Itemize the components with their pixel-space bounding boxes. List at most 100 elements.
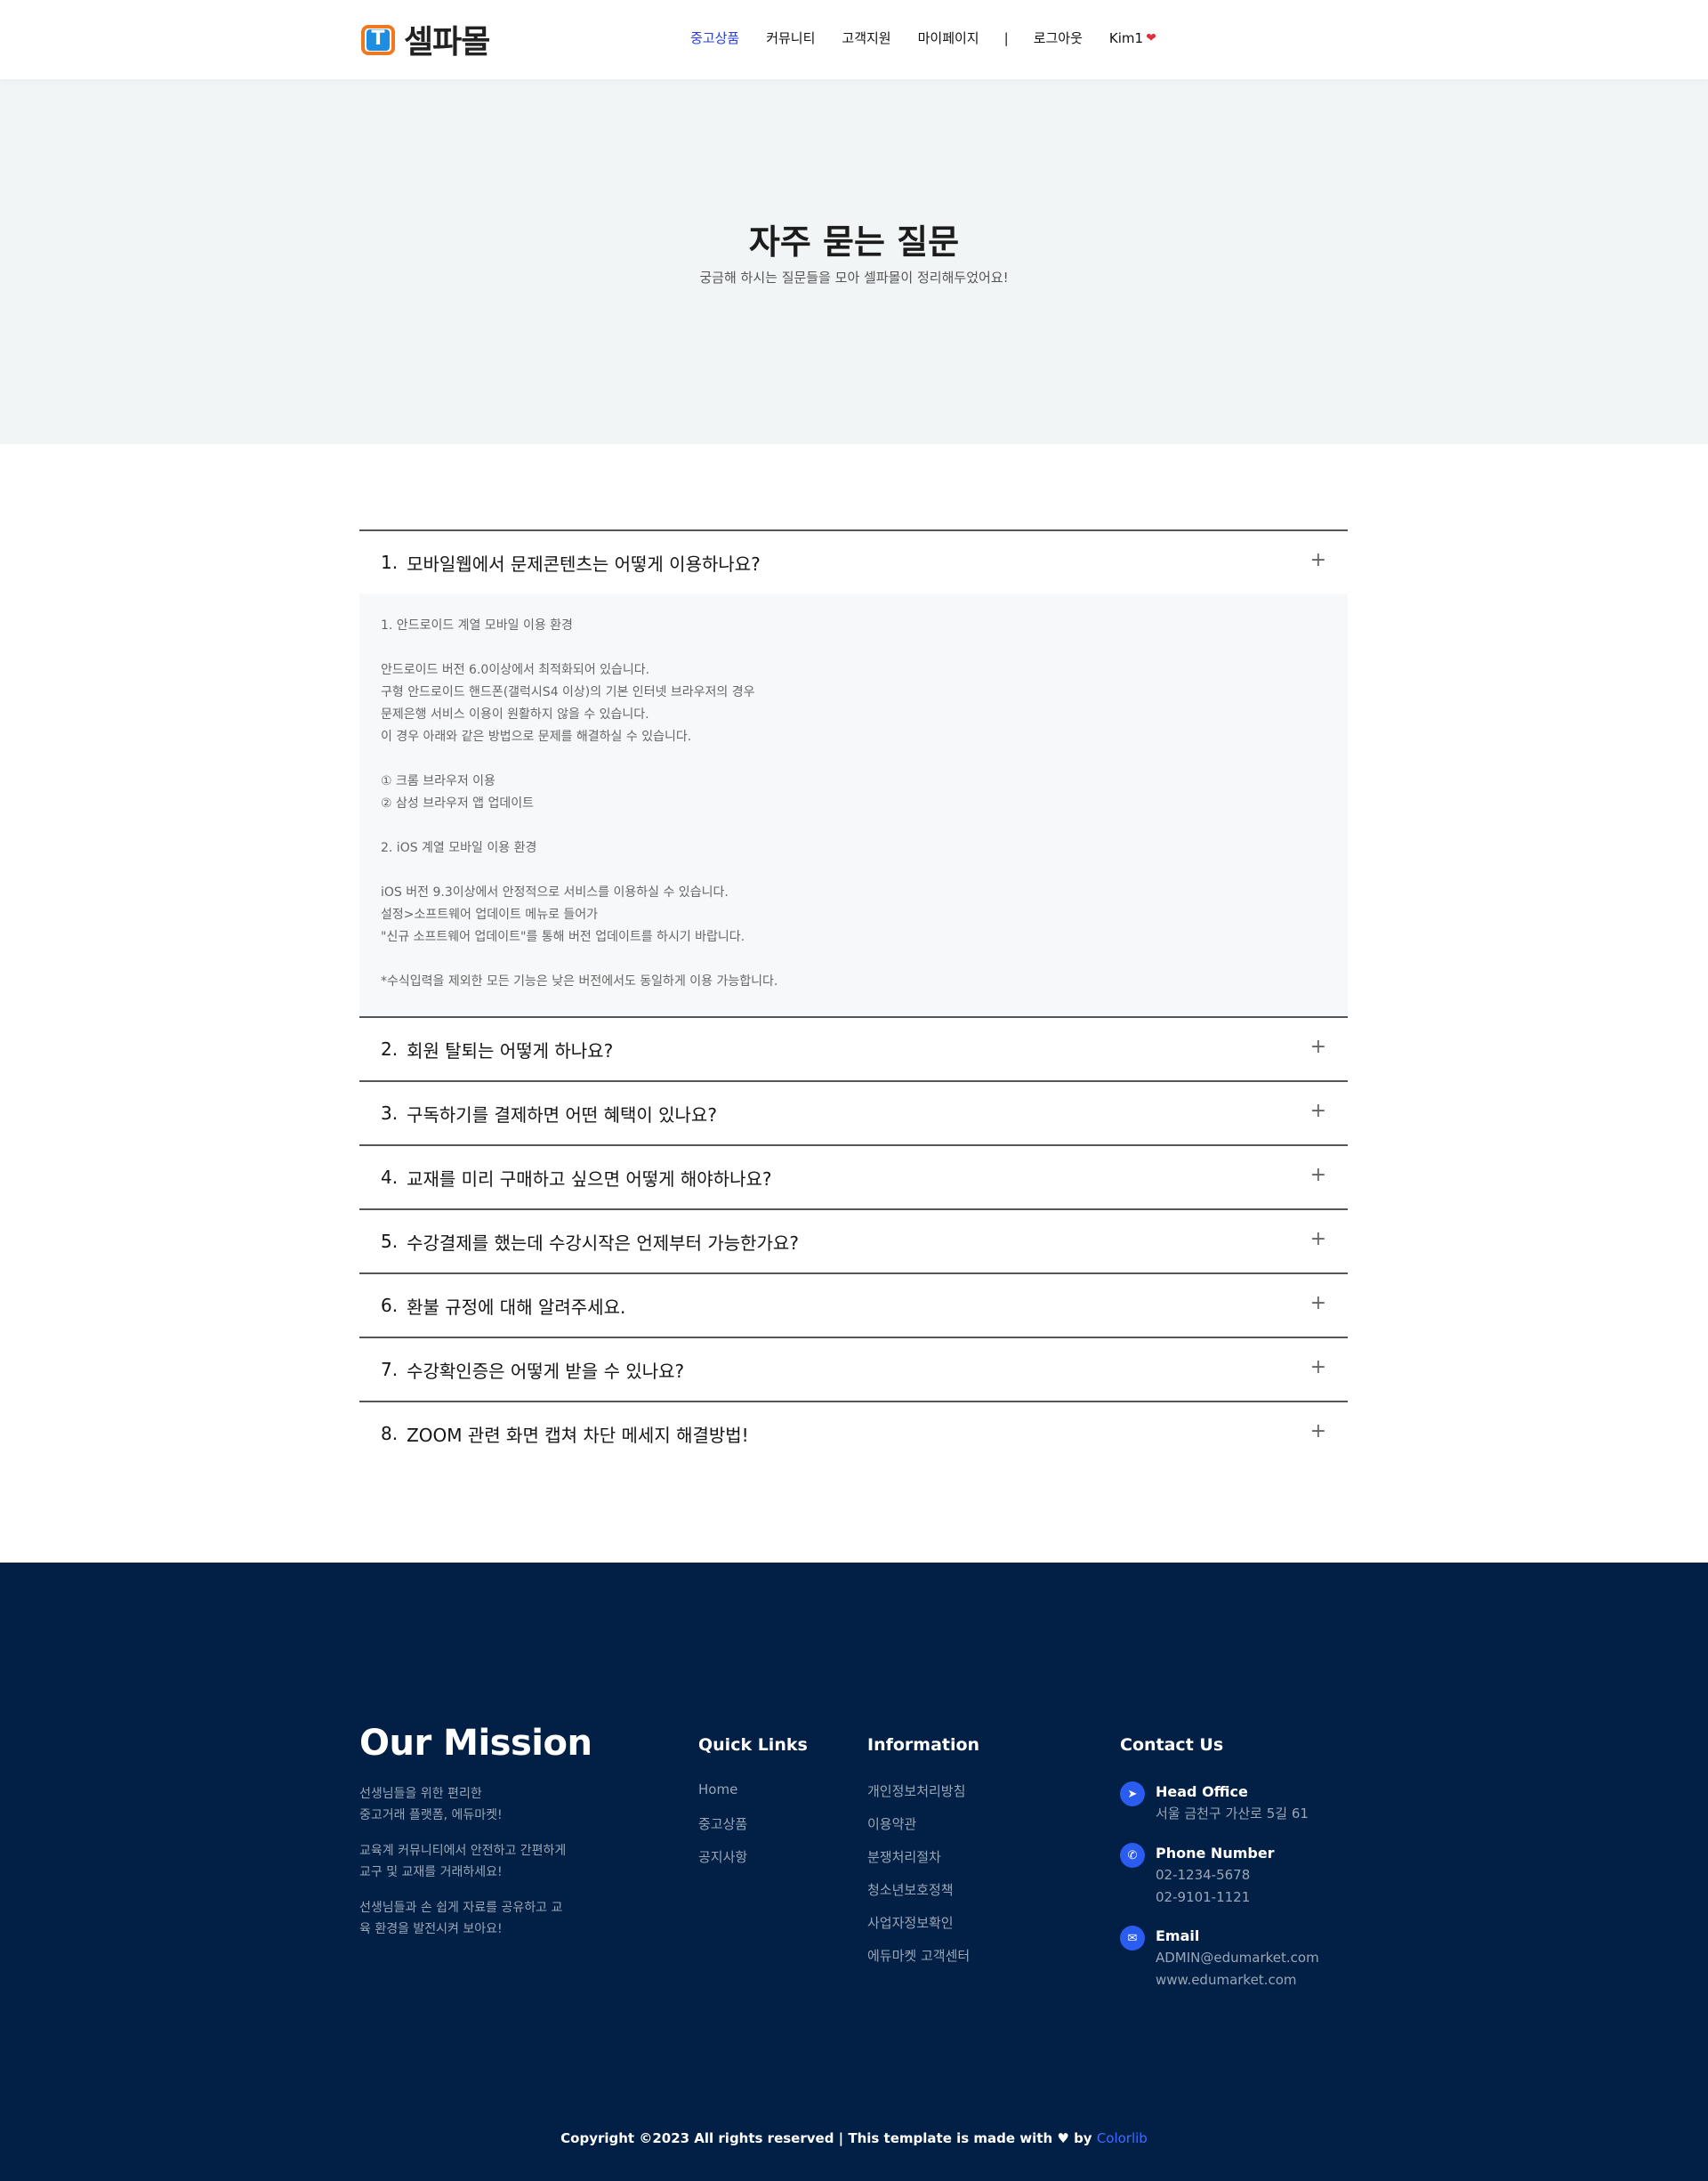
- faq-number: 7.: [381, 1359, 399, 1380]
- nav-item-mypage[interactable]: 마이페이지: [918, 28, 979, 47]
- nav-item-used-goods[interactable]: 중고상품: [690, 28, 739, 47]
- faq-number: 6.: [381, 1295, 399, 1316]
- faq-question: 교재를 미리 구매하고 싶으면 어떻게 해야하나요?: [407, 1167, 772, 1190]
- faq-number: 8.: [381, 1423, 399, 1444]
- faq-item: 6. 환불 규정에 대해 알려주세요. +: [359, 1272, 1348, 1337]
- footer-link-dispute[interactable]: 분쟁처리절차: [867, 1847, 970, 1880]
- phone-number: 02-1234-5678: [1156, 1867, 1251, 1883]
- plus-icon[interactable]: +: [1310, 1100, 1326, 1122]
- faq-item: 5. 수강결제를 했는데 수강시작은 언제부터 가능한가요? +: [359, 1208, 1348, 1272]
- faq-question-toggle[interactable]: 8. ZOOM 관련 화면 캡쳐 차단 메세지 해결방법! +: [359, 1402, 1348, 1465]
- phone-icon: ✆: [1120, 1843, 1145, 1868]
- mission-line: 선생님들과 손 쉽게 자료를 공유하고 교: [359, 1901, 563, 1915]
- heart-icon: ♥: [1057, 2130, 1069, 2146]
- nav-item-support[interactable]: 고객지원: [842, 28, 890, 47]
- hero-banner: 자주 묻는 질문 궁금해 하시는 질문들을 모아 셀파몰이 정리해두었어요!: [0, 79, 1708, 444]
- faq-answer: 1. 안드로이드 계열 모바일 이용 환경 안드로이드 버전 6.0이상에서 최…: [359, 594, 1348, 1016]
- mission-paragraph: 교육계 커뮤니티에서 안전하고 간편하게 교구 및 교재를 거래하세요!: [359, 1840, 591, 1883]
- information-links: 개인정보처리방침 이용약관 분쟁처리절차 청소년보호정책 사업자정보확인 에듀마…: [867, 1781, 970, 1979]
- plus-icon[interactable]: +: [1310, 1036, 1326, 1058]
- faq-question-toggle[interactable]: 3. 구독하기를 결제하면 어떤 혜택이 있나요? +: [359, 1082, 1348, 1144]
- envelope-icon: ✉: [1120, 1926, 1145, 1951]
- answer-line: 2. iOS 계열 모바일 이용 환경: [381, 841, 537, 855]
- footer-link-customer-center[interactable]: 에듀마켓 고객센터: [867, 1946, 970, 1979]
- footer-link-used-goods[interactable]: 중고상품: [698, 1814, 747, 1847]
- faq-item: 4. 교재를 미리 구매하고 싶으면 어떻게 해야하나요? +: [359, 1144, 1348, 1208]
- footer-link-business-info[interactable]: 사업자정보확인: [867, 1913, 970, 1946]
- plus-icon[interactable]: +: [1310, 1164, 1326, 1186]
- faq-item: 2. 회원 탈퇴는 어떻게 하나요? +: [359, 1016, 1348, 1080]
- plus-icon[interactable]: +: [1310, 1228, 1326, 1250]
- answer-line: *수식입력을 제외한 모든 기능은 낮은 버전에서도 동일하게 이용 가능합니다…: [381, 974, 778, 989]
- faq-question-toggle[interactable]: 1. 모바일웹에서 문제콘텐츠는 어떻게 이용하나요? +: [359, 531, 1348, 594]
- faq-question-toggle[interactable]: 6. 환불 규정에 대해 알려주세요. +: [359, 1274, 1348, 1337]
- page-title: 자주 묻는 질문: [748, 222, 960, 262]
- nav-separator: |: [1003, 29, 1009, 46]
- email-address[interactable]: ADMIN@edumarket.com: [1156, 1947, 1319, 1969]
- location-arrow-icon: ➤: [1120, 1781, 1145, 1806]
- answer-line: ② 삼성 브라우저 앱 업데이트: [381, 796, 535, 811]
- answer-line: iOS 버전 9.3이상에서 안정적으로 서비스를 이용하실 수 있습니다.: [381, 885, 729, 900]
- footer-link-privacy[interactable]: 개인정보처리방침: [867, 1781, 970, 1814]
- plus-icon[interactable]: +: [1310, 1292, 1326, 1314]
- answer-line: [381, 860, 1326, 882]
- answer-line: [381, 748, 1326, 771]
- plus-icon[interactable]: +: [1310, 1420, 1326, 1442]
- footer-link-terms[interactable]: 이용약관: [867, 1814, 970, 1847]
- nav-user[interactable]: Kim1: [1109, 30, 1143, 46]
- copyright: Copyright ©2023 All rights reserved | Th…: [0, 2130, 1708, 2146]
- logo-icon: T: [359, 21, 399, 57]
- faq-number: 5.: [381, 1231, 399, 1252]
- faq-question: 회원 탈퇴는 어떻게 하나요?: [407, 1039, 614, 1062]
- information-title: Information: [867, 1735, 980, 1755]
- office-label: Head Office: [1156, 1783, 1248, 1800]
- answer-line: ① 크롬 브라우저 이용: [381, 774, 495, 788]
- faq-item: 7. 수강확인증은 어떻게 받을 수 있나요? +: [359, 1337, 1348, 1401]
- mission-line: 교육계 커뮤니티에서 안전하고 간편하게: [359, 1844, 567, 1858]
- main-nav: 중고상품 커뮤니티 고객지원 마이페이지 | 로그아웃 Kim1 ❤: [690, 28, 1156, 47]
- footer-link-notice[interactable]: 공지사항: [698, 1847, 747, 1880]
- nav-item-logout[interactable]: 로그아웃: [1034, 28, 1083, 47]
- footer-link-home[interactable]: Home: [698, 1781, 747, 1814]
- site-header: T 셀파몰 중고상품 커뮤니티 고객지원 마이페이지 | 로그아웃 Kim1 ❤: [0, 0, 1708, 79]
- answer-line: 1. 안드로이드 계열 모바일 이용 환경: [381, 618, 573, 633]
- colorlib-link[interactable]: Colorlib: [1097, 2130, 1148, 2146]
- contact-email: ✉ Email ADMIN@edumarket.com www.edumarke…: [1120, 1926, 1319, 1991]
- answer-line: 이 경우 아래와 같은 방법으로 문제를 해결하실 수 있습니다.: [381, 730, 692, 744]
- site-footer: Our Mission 선생님들을 위한 편리한 중고거래 플랫폼, 에듀마켓!…: [0, 1563, 1708, 2181]
- faq-question-toggle[interactable]: 4. 교재를 미리 구매하고 싶으면 어떻게 해야하나요? +: [359, 1146, 1348, 1208]
- faq-number: 4.: [381, 1167, 399, 1188]
- plus-icon[interactable]: +: [1310, 1356, 1326, 1378]
- nav-item-community[interactable]: 커뮤니티: [766, 28, 815, 47]
- answer-line: 구형 안드로이드 핸드폰(갤럭시S4 이상)의 기본 인터넷 브라우저의 경우: [381, 685, 755, 699]
- faq-list: 1. 모바일웹에서 문제콘텐츠는 어떻게 이용하나요? + 1. 안드로이드 계…: [359, 529, 1348, 1465]
- mission-paragraph: 선생님들과 손 쉽게 자료를 공유하고 교 육 환경을 발전시켜 보아요!: [359, 1897, 591, 1940]
- faq-question: 모바일웹에서 문제콘텐츠는 어떻게 이용하나요?: [407, 553, 761, 575]
- faq-question: 환불 규정에 대해 알려주세요.: [407, 1296, 626, 1318]
- office-address: 서울 금천구 가산로 5길 61: [1156, 1805, 1309, 1822]
- email-label: Email: [1156, 1927, 1200, 1944]
- mission-title: Our Mission: [359, 1723, 592, 1764]
- faq-question-toggle[interactable]: 7. 수강확인증은 어떻게 받을 수 있나요? +: [359, 1338, 1348, 1401]
- contact-office: ➤ Head Office 서울 금천구 가산로 5길 61: [1120, 1781, 1309, 1825]
- logo-text: 셀파몰: [404, 24, 490, 61]
- faq-question: 수강결제를 했는데 수강시작은 언제부터 가능한가요?: [407, 1232, 799, 1254]
- logo[interactable]: T 셀파몰: [359, 20, 490, 61]
- copyright-by: by: [1074, 2130, 1092, 2146]
- footer-link-youth-policy[interactable]: 청소년보호정책: [867, 1880, 970, 1913]
- answer-line: 안드로이드 버전 6.0이상에서 최적화되어 있습니다.: [381, 663, 650, 677]
- faq-item: 8. ZOOM 관련 화면 캡쳐 차단 메세지 해결방법! +: [359, 1401, 1348, 1465]
- mission-paragraph: 선생님들을 위한 편리한 중고거래 플랫폼, 에듀마켓!: [359, 1783, 591, 1826]
- answer-line: [381, 815, 1326, 837]
- faq-question-toggle[interactable]: 2. 회원 탈퇴는 어떻게 하나요? +: [359, 1018, 1348, 1080]
- plus-icon[interactable]: +: [1310, 549, 1326, 571]
- faq-question-toggle[interactable]: 5. 수강결제를 했는데 수강시작은 언제부터 가능한가요? +: [359, 1210, 1348, 1272]
- contact-title: Contact Us: [1120, 1735, 1224, 1755]
- phone-label: Phone Number: [1156, 1845, 1275, 1862]
- faq-item: 3. 구독하기를 결제하면 어떤 혜택이 있나요? +: [359, 1080, 1348, 1144]
- website-url[interactable]: www.edumarket.com: [1156, 1969, 1319, 1991]
- answer-line: "신규 소프트웨어 업데이트"를 통해 버전 업데이트를 하시기 바랍니다.: [381, 930, 745, 944]
- faq-number: 2.: [381, 1038, 399, 1060]
- page-subtitle: 궁금해 하시는 질문들을 모아 셀파몰이 정리해두었어요!: [699, 270, 1009, 286]
- mission-line: 육 환경을 발전시켜 보아요!: [359, 1922, 503, 1936]
